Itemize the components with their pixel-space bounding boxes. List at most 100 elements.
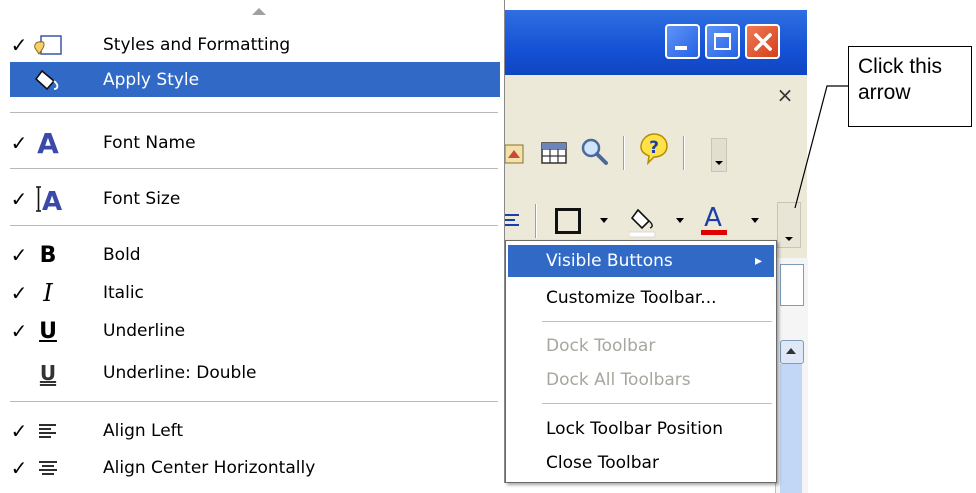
menu-item-italic[interactable]: ✓ I Italic: [10, 276, 500, 310]
font-color-icon[interactable]: A: [700, 202, 734, 238]
menu-item-label: Dock Toolbar: [546, 336, 656, 356]
apply-style-icon: [28, 65, 68, 95]
menu-item-bold[interactable]: ✓ B Bold: [10, 238, 500, 272]
callout-text: Click this arrow: [858, 54, 942, 106]
title-bar[interactable]: [505, 10, 807, 75]
minimize-icon: [675, 46, 687, 50]
menu-item-underline[interactable]: ✓ U Underline: [10, 314, 500, 348]
task-pane-scroll-area: [775, 258, 808, 493]
menu-item-styles-formatting[interactable]: ✓ Styles and Formatting: [10, 28, 500, 62]
underline-icon: U: [28, 316, 68, 346]
menu-separator: [10, 401, 498, 402]
menu-item-label: Font Name: [103, 133, 196, 153]
minimize-button[interactable]: [665, 24, 700, 59]
menu-item-visible-buttons[interactable]: Visible Buttons ▸: [508, 245, 774, 277]
checkmark-icon: ✓: [10, 243, 28, 267]
maximize-icon: [714, 33, 731, 50]
menu-item-label: Align Center Horizontally: [103, 458, 316, 478]
svg-text:A: A: [704, 203, 722, 233]
menu-item-apply-style[interactable]: Apply Style: [10, 62, 500, 97]
menu-item-label: Font Size: [103, 189, 181, 209]
help-icon[interactable]: ?: [635, 133, 673, 166]
svg-text:?: ?: [649, 138, 659, 158]
checkmark-icon: ✓: [10, 187, 28, 211]
menu-item-label: Underline: [103, 321, 186, 341]
font-name-glyph: A: [37, 126, 59, 160]
menu-separator: [10, 168, 498, 169]
close-icon: ×: [776, 83, 794, 107]
menu-item-lock-toolbar-position[interactable]: Lock Toolbar Position: [508, 413, 774, 445]
standard-toolbar: ?: [505, 130, 807, 178]
menu-item-label: Bold: [103, 245, 141, 265]
menu-item-label: Visible Buttons: [546, 251, 673, 271]
menu-item-label: Dock All Toolbars: [546, 370, 691, 390]
checkmark-icon: ✓: [10, 419, 28, 443]
toolbar-options-arrow[interactable]: [711, 138, 727, 172]
underline-glyph: U: [39, 318, 57, 344]
styles-formatting-icon: [28, 30, 68, 60]
callout-box: Click this arrow: [848, 46, 972, 127]
text-box[interactable]: [780, 264, 804, 306]
checkmark-icon: ✓: [10, 456, 28, 480]
chevron-down-icon[interactable]: [676, 218, 684, 223]
scroll-up-button[interactable]: [780, 340, 804, 364]
menu-item-dock-toolbar: Dock Toolbar: [508, 330, 774, 362]
italic-glyph: I: [43, 279, 53, 307]
menu-item-label: Italic: [103, 283, 144, 303]
chevron-up-icon: [786, 348, 796, 354]
task-pane-close-button[interactable]: ×: [775, 85, 795, 105]
insert-table-icon[interactable]: [539, 138, 569, 168]
checkmark-icon: ✓: [10, 281, 28, 305]
insert-picture-icon[interactable]: [505, 138, 525, 168]
menu-item-label: Lock Toolbar Position: [546, 419, 723, 439]
callout-line-2: arrow: [858, 81, 911, 104]
menu-item-label: Styles and Formatting: [103, 35, 291, 55]
menu-item-label: Close Toolbar: [546, 453, 659, 473]
menu-item-customize-toolbar[interactable]: Customize Toolbar...: [508, 282, 774, 314]
toolbar-separator: [683, 136, 684, 170]
menu-separator: [10, 112, 498, 113]
underline-double-icon: U: [28, 358, 68, 388]
svg-text:A: A: [42, 187, 62, 214]
menu-separator: [10, 225, 498, 226]
menu-item-label: Align Left: [103, 421, 184, 441]
menu-item-label: Customize Toolbar...: [546, 288, 717, 308]
menu-item-font-size[interactable]: ✓ A Font Size: [10, 182, 500, 216]
font-size-icon: A: [28, 184, 68, 214]
font-name-icon: A: [28, 126, 68, 160]
checkmark-icon: ✓: [10, 319, 28, 343]
chevron-down-icon[interactable]: [600, 218, 608, 223]
bold-glyph: B: [39, 242, 57, 268]
menu-item-close-toolbar[interactable]: Close Toolbar: [508, 447, 774, 479]
align-left-icon: [28, 416, 68, 446]
menu-separator: [542, 321, 772, 322]
menu-item-label: Apply Style: [103, 69, 200, 90]
scroll-up-arrow-icon[interactable]: [252, 8, 266, 15]
close-button[interactable]: [745, 24, 780, 59]
maximize-button[interactable]: [705, 24, 740, 59]
submenu-arrow-icon: ▸: [754, 253, 762, 269]
menu-item-align-center[interactable]: ✓ Align Center Horizontally: [10, 451, 500, 485]
callout-line-1: Click this: [858, 55, 943, 78]
toolbar-separator: [623, 136, 624, 170]
scrollbar-track[interactable]: [780, 364, 802, 493]
bold-icon: B: [28, 240, 68, 270]
menu-item-underline-double[interactable]: U Underline: Double: [10, 356, 500, 390]
zoom-icon[interactable]: [577, 136, 611, 166]
toolbar-options-arrow-button[interactable]: [777, 202, 801, 248]
formatting-toolbar: A: [505, 198, 807, 248]
menu-separator: [542, 403, 772, 404]
italic-icon: I: [28, 278, 68, 308]
chevron-down-icon: [715, 161, 723, 165]
align-center-icon: [28, 453, 68, 483]
highlight-fill-icon[interactable]: [628, 204, 659, 238]
chevron-down-icon[interactable]: [751, 218, 759, 223]
menu-item-label: Underline: Double: [103, 363, 257, 383]
menu-item-dock-all-toolbars: Dock All Toolbars: [508, 364, 774, 396]
justify-icon[interactable]: [505, 214, 519, 226]
border-icon[interactable]: [555, 208, 581, 234]
menu-item-font-name[interactable]: ✓ A Font Name: [10, 126, 500, 160]
toolbar-options-context-menu: Visible Buttons ▸ Customize Toolbar... D…: [505, 240, 777, 483]
menu-item-align-left[interactable]: ✓ Align Left: [10, 414, 500, 448]
toolbar-separator: [535, 204, 536, 238]
